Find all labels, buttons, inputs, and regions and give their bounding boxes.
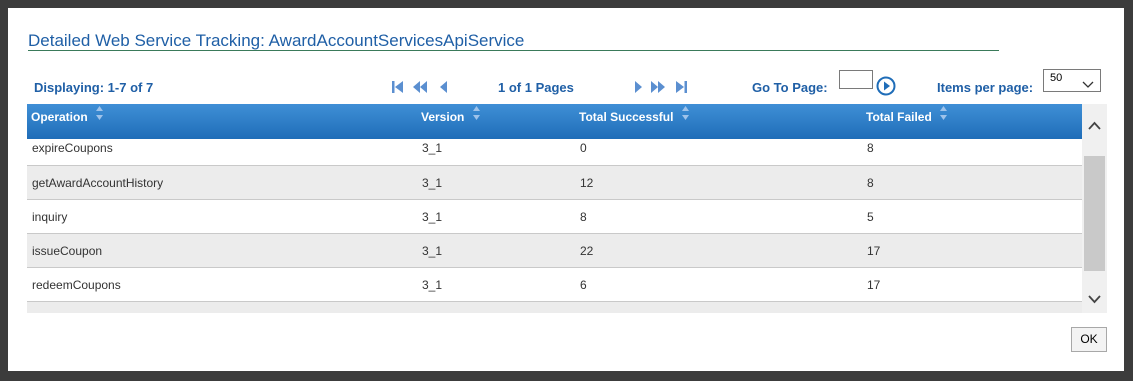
successful-cell: 22 (580, 244, 594, 258)
version-cell: 3_1 (422, 141, 443, 155)
next-page-icon[interactable] (630, 79, 646, 95)
items-per-page-select[interactable]: 50 (1043, 69, 1101, 92)
successful-cell: 8 (580, 210, 587, 224)
previous-group-icon[interactable] (411, 79, 427, 95)
version-cell: 3_1 (422, 244, 443, 258)
dialog-title: Detailed Web Service Tracking: AwardAcco… (28, 31, 525, 50)
version-cell: 3_1 (422, 278, 443, 292)
scroll-down-icon[interactable] (1082, 289, 1107, 311)
successful-cell: 12 (580, 176, 594, 190)
table-scrollbar[interactable] (1082, 104, 1107, 313)
scroll-up-icon[interactable] (1082, 104, 1107, 146)
sort-icon (95, 104, 104, 131)
table-row[interactable]: inquiry 3_1 8 5 (27, 200, 1082, 234)
column-header-operation[interactable]: Operation (31, 104, 104, 139)
operation-cell: expireCoupons (32, 141, 113, 155)
failed-cell: 5 (867, 210, 874, 224)
previous-page-icon[interactable] (437, 79, 453, 95)
title-divider (28, 50, 999, 51)
version-cell: 3_1 (422, 302, 442, 313)
chevron-down-icon (1082, 76, 1094, 94)
tracking-dialog: Detailed Web Service Tracking: AwardAcco… (8, 8, 1124, 371)
successful-cell: 6 (580, 278, 587, 292)
ok-button[interactable]: OK (1071, 327, 1107, 352)
operation-cell: issueCoupon (32, 244, 103, 258)
table-row[interactable]: getAwardAccountHistory 3_1 12 8 (27, 166, 1082, 200)
table-body: expireCoupons 3_1 0 8 getAwardAccountHis… (27, 139, 1082, 313)
column-header-total-failed[interactable]: Total Failed (866, 104, 948, 139)
version-cell: 3_1 (422, 210, 443, 224)
sort-icon (472, 104, 481, 131)
column-header-version[interactable]: Version (421, 104, 481, 139)
scrollbar-thumb[interactable] (1084, 156, 1105, 271)
table-header: Operation Version Total Successful Total… (27, 104, 1082, 139)
goto-page-label: Go To Page: (752, 80, 828, 95)
first-page-icon[interactable] (390, 79, 406, 95)
sort-icon (681, 104, 690, 131)
successful-cell: 0 (580, 141, 587, 155)
items-per-page-value: 50 (1050, 72, 1063, 84)
page-indicator: 1 of 1 Pages (498, 80, 574, 95)
table-row[interactable]: 3_1 1 10 (27, 302, 1082, 313)
operation-cell: getAwardAccountHistory (32, 176, 164, 190)
displaying-count: Displaying: 1-7 of 7 (34, 80, 154, 95)
table-row[interactable]: issueCoupon 3_1 22 17 (27, 234, 1082, 268)
operation-cell: redeemCoupons (32, 278, 121, 292)
operations-table: Operation Version Total Successful Total… (27, 104, 1107, 313)
failed-cell: 8 (867, 141, 874, 155)
goto-page-input[interactable] (839, 70, 873, 89)
operation-cell: inquiry (32, 210, 68, 224)
go-icon[interactable] (876, 76, 896, 96)
last-page-icon[interactable] (673, 79, 689, 95)
failed-cell: 8 (867, 176, 874, 190)
table-row[interactable]: redeemCoupons 3_1 6 17 (27, 268, 1082, 302)
sort-icon (939, 104, 948, 131)
table-row[interactable]: expireCoupons 3_1 0 8 (27, 139, 1082, 166)
successful-cell: 1 (580, 302, 587, 313)
version-cell: 3_1 (422, 176, 443, 190)
failed-cell: 17 (867, 278, 881, 292)
failed-cell: 10 (867, 302, 880, 313)
next-group-icon[interactable] (649, 79, 665, 95)
failed-cell: 17 (867, 244, 881, 258)
column-header-total-successful[interactable]: Total Successful (579, 104, 690, 139)
items-per-page-label: Items per page: (937, 80, 1034, 95)
